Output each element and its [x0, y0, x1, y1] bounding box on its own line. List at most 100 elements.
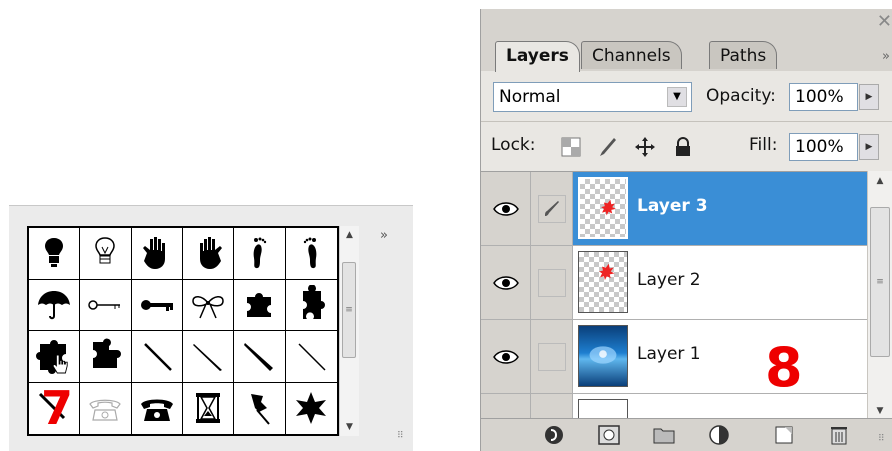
fill-input[interactable]: 100% — [789, 133, 858, 161]
annotation-number-7: 7 — [41, 382, 74, 435]
layer-row[interactable]: Layer 1 8 — [481, 320, 867, 399]
layer-name: Layer 2 — [637, 270, 701, 290]
shape-key-outline[interactable] — [80, 279, 132, 331]
opacity-slider-arrow-icon[interactable]: ▶ — [859, 84, 879, 110]
layer-content[interactable]: Layer 2 — [573, 246, 867, 319]
layers-panel-body: Normal ▼ Opacity: 100% ▶ Lock: Fill: 100… — [481, 71, 892, 451]
sheriff-star-icon — [296, 392, 327, 425]
scroll-down-arrow-icon[interactable]: ▼ — [868, 403, 892, 419]
red-splat-icon — [599, 263, 615, 281]
shape-telephone-solid[interactable] — [131, 382, 183, 434]
lock-image-pixels-icon[interactable] — [595, 135, 619, 159]
layer-mask-icon[interactable] — [596, 423, 622, 447]
shape-telephone-outline[interactable] — [80, 382, 132, 434]
trash-icon[interactable] — [826, 423, 852, 447]
visibility-toggle[interactable] — [481, 320, 531, 393]
opacity-input[interactable]: 100% — [789, 83, 858, 111]
hand-left-icon — [142, 237, 165, 270]
shapes-scrollbar[interactable]: ▲ ≡ ▼ — [339, 226, 359, 436]
tab-paths[interactable]: Paths — [709, 41, 778, 69]
shape-key-solid[interactable] — [131, 279, 183, 331]
pen-nib-b-icon — [193, 344, 223, 372]
lock-all-icon[interactable] — [671, 135, 695, 159]
blend-mode-value: Normal — [499, 87, 561, 107]
shape-thumbtack[interactable] — [234, 382, 286, 434]
shape-puzzle-piece-d[interactable] — [80, 331, 132, 383]
layer-thumbnail — [578, 325, 628, 387]
layer-content[interactable]: Layer 3 — [573, 172, 867, 245]
layer-thumbnail — [578, 177, 628, 239]
shape-pen-nib-d[interactable] — [285, 331, 337, 383]
layers-bottom-toolbar: ⠿ — [481, 418, 892, 451]
shapes-panel-menu-button[interactable]: » — [380, 228, 388, 243]
shape-hourglass[interactable] — [182, 382, 235, 434]
scroll-up-arrow-icon[interactable]: ▲ — [340, 227, 359, 243]
lock-transparency-icon[interactable] — [559, 135, 583, 159]
shape-hand-left[interactable] — [131, 228, 183, 280]
panel-menu-button[interactable]: » — [882, 49, 890, 64]
red-splat-icon — [601, 199, 616, 216]
shape-pen-stroke[interactable]: 7 — [29, 382, 81, 435]
layer-row[interactable]: Layer 3 — [481, 172, 867, 246]
resize-grip-icon[interactable]: ⠿ — [397, 432, 409, 446]
layer-name: Layer 3 — [637, 196, 708, 216]
fill-slider-arrow-icon[interactable]: ▶ — [859, 134, 879, 160]
shape-lightbulb-outline[interactable] — [80, 228, 132, 280]
dropdown-arrow-icon: ▼ — [667, 87, 687, 107]
adjustment-layer-icon[interactable] — [706, 423, 732, 447]
empty-link-box — [537, 268, 566, 297]
shape-pen-nib-a[interactable] — [131, 331, 183, 383]
annotation-number-8: 8 — [765, 336, 803, 399]
layers-scrollbar[interactable]: ▲ ≡ ▼ — [867, 171, 892, 421]
tab-channels[interactable]: Channels — [581, 41, 682, 69]
panel-title-bar[interactable]: ✕ — [481, 9, 892, 37]
shape-hand-right[interactable] — [182, 228, 235, 280]
puzzle-piece-a-icon — [247, 292, 272, 317]
visibility-toggle[interactable] — [481, 246, 531, 319]
hourglass-icon — [196, 393, 221, 424]
umbrella-icon — [38, 290, 71, 319]
shape-footprint-left[interactable] — [234, 228, 286, 280]
shape-bow-ribbon[interactable] — [182, 279, 235, 331]
layer-link-cell[interactable] — [531, 172, 573, 245]
lock-position-icon[interactable] — [633, 135, 657, 159]
layers-panel: ✕ Layers Channels Paths » Normal ▼ Opaci… — [480, 9, 892, 451]
layer-list: Layer 3 Layer 2 Layer 1 8 — [481, 171, 867, 422]
scroll-down-arrow-icon[interactable]: ▼ — [340, 419, 359, 435]
eye-icon — [492, 275, 519, 290]
lightbulb-solid-icon — [45, 238, 64, 268]
layer-link-cell[interactable] — [531, 246, 573, 319]
layer-content[interactable]: Layer 1 8 — [573, 320, 867, 399]
new-layer-icon[interactable] — [771, 423, 797, 447]
shape-puzzle-piece-c[interactable] — [29, 331, 81, 383]
shape-pen-nib-c[interactable] — [234, 331, 286, 383]
shape-pen-nib-b[interactable] — [182, 331, 235, 383]
visibility-toggle[interactable] — [481, 172, 531, 245]
link-layers-icon[interactable] — [541, 423, 567, 447]
layer-link-cell[interactable] — [531, 320, 573, 393]
layer-name: Layer 1 — [637, 344, 701, 364]
new-group-icon[interactable] — [651, 423, 677, 447]
close-icon[interactable]: ✕ — [877, 11, 892, 32]
scroll-thumb[interactable]: ≡ — [342, 262, 356, 358]
shape-footprint-right[interactable] — [285, 228, 337, 280]
paintbrush-icon — [537, 194, 566, 223]
layer-row[interactable]: Layer 2 — [481, 246, 867, 320]
telephone-solid-icon — [140, 399, 173, 422]
lightbulb-outline-icon — [95, 237, 116, 264]
shape-puzzle-piece-a[interactable] — [234, 279, 286, 331]
resize-grip-icon[interactable]: ⠿ — [878, 435, 890, 449]
shape-umbrella[interactable] — [29, 279, 81, 331]
puzzle-piece-b-icon — [303, 284, 326, 319]
blend-mode-select[interactable]: Normal ▼ — [493, 82, 692, 112]
pen-nib-a-icon — [143, 343, 172, 372]
shape-puzzle-piece-b[interactable] — [285, 279, 337, 331]
footprint-right-icon — [304, 237, 317, 269]
scroll-up-arrow-icon[interactable]: ▲ — [868, 173, 892, 189]
shape-sheriff-star[interactable] — [285, 382, 337, 434]
scroll-thumb[interactable]: ≡ — [870, 207, 890, 357]
opacity-label: Opacity: — [706, 86, 776, 106]
tab-layers[interactable]: Layers — [495, 41, 580, 72]
bow-ribbon-icon — [192, 295, 224, 319]
shape-lightbulb-solid[interactable] — [29, 228, 81, 280]
